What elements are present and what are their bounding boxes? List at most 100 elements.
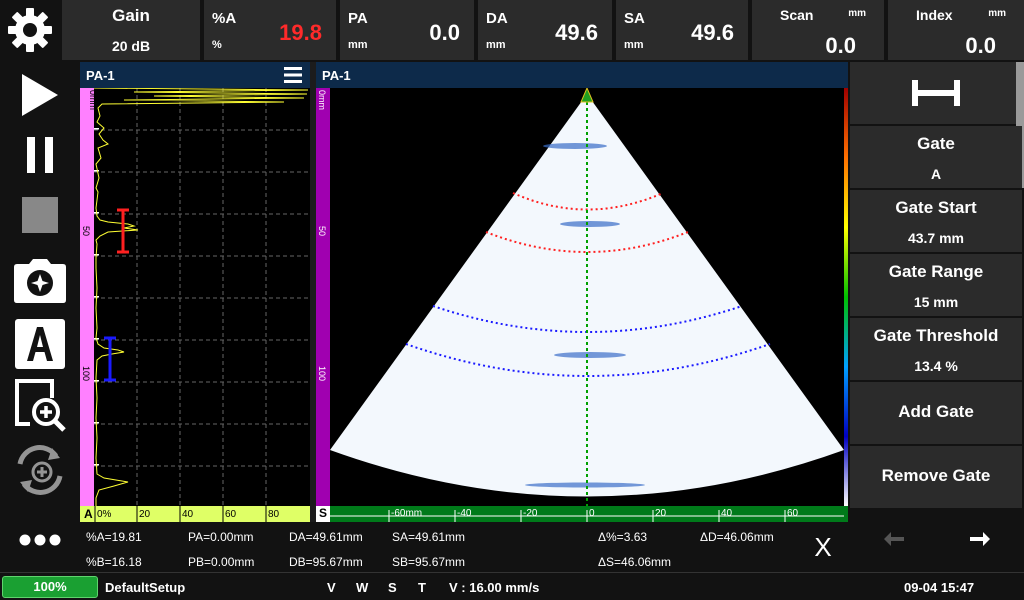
readout-delta-pct: Δ%=3.63 — [598, 530, 648, 544]
ascan-signal — [93, 87, 309, 506]
measurement-readout: %A=19.81 PA=0.00mm DA=49.61mm SA=49.61mm… — [80, 522, 798, 572]
play-button[interactable] — [10, 70, 70, 120]
pa-readout[interactable]: PA mm 0.0 — [340, 0, 476, 60]
da-readout[interactable]: DA mm 49.6 — [478, 0, 614, 60]
gain-value: 20 dB — [111, 38, 151, 54]
sector-graph — [330, 86, 844, 506]
left-toolbar — [0, 62, 80, 572]
sector-scan-plot[interactable] — [330, 86, 844, 506]
right-panel: Gate A Gate Start 43.7 mm Gate Range 15 … — [848, 62, 1024, 572]
ascan-amp-tick: 20 — [139, 509, 151, 520]
sector-x-tick: -40 — [457, 508, 472, 519]
ascan-amp-tick: 40 — [182, 509, 194, 520]
sector-x-tick: 60 — [787, 508, 799, 519]
text-label-icon — [15, 319, 65, 369]
close-readout-button[interactable]: X — [798, 522, 848, 572]
zoom-icon — [15, 379, 66, 432]
datetime: 09-04 15:47 — [904, 580, 975, 595]
ascan-plot[interactable] — [93, 87, 310, 506]
gate-threshold-control[interactable]: Gate Threshold 13.4 % — [850, 318, 1022, 380]
ascan-title-bar: PA-1 — [80, 62, 310, 88]
battery-indicator: 100% — [2, 576, 98, 598]
settings-button[interactable] — [0, 0, 62, 60]
ascan-axis-label: A — [84, 507, 93, 521]
gate-start-label: Gate Start — [895, 198, 977, 217]
remove-gate-label: Remove Gate — [881, 466, 991, 485]
play-icon — [22, 74, 58, 116]
annotation-button[interactable] — [10, 316, 70, 372]
zoom-button[interactable] — [10, 378, 70, 434]
arrow-right-icon[interactable] — [970, 532, 990, 546]
readout-sa: SA=49.61mm — [392, 530, 466, 544]
rotate-zoom-icon — [17, 445, 63, 495]
panel-navigation — [848, 508, 1024, 572]
gate-b-marker[interactable] — [104, 336, 116, 382]
gain-control[interactable]: Gain 20 dB — [62, 0, 202, 60]
sector-title-bar: PA-1 — [316, 62, 848, 88]
gate-start-value: 43.7 mm — [907, 230, 965, 246]
sector-title: PA-1 — [322, 68, 351, 83]
status-w: W — [356, 580, 369, 595]
more-icon — [19, 534, 61, 546]
hamburger-menu-icon[interactable] — [284, 66, 302, 89]
index-unit: mm — [988, 8, 1006, 19]
stop-button[interactable] — [10, 190, 70, 240]
ascan-depth-tick: 100 — [81, 366, 91, 381]
ascan-amp-tick: 60 — [225, 509, 237, 520]
gate-range-label: Gate Range — [888, 262, 984, 281]
gate-selector[interactable]: Gate A — [850, 126, 1022, 188]
top-bar: Gain 20 dB %A % 19.8 PA mm 0.0 DA mm 49.… — [0, 0, 1024, 62]
gate-range-value: 15 mm — [913, 294, 959, 310]
index-readout[interactable]: Index mm 0.0 — [888, 0, 1024, 60]
scan-unit: mm — [848, 8, 866, 19]
readout-delta-d: ΔD=46.06mm — [700, 530, 774, 544]
da-label: DA — [486, 10, 508, 27]
sector-x-tick: -20 — [523, 508, 538, 519]
stop-icon — [22, 197, 58, 233]
sa-readout[interactable]: SA mm 49.6 — [616, 0, 750, 60]
arrow-left-icon[interactable] — [884, 532, 904, 546]
readout-pct-a: %A=19.81 — [86, 530, 142, 544]
status-bar: 100% DefaultSetup V W S T V : 16.00 mm/s… — [0, 572, 1024, 600]
more-button[interactable] — [10, 520, 70, 560]
gate-label: Gate — [917, 134, 955, 153]
add-gate-button[interactable]: Add Gate — [850, 382, 1022, 444]
ascan-depth-axis: 0mm 50 100 — [80, 88, 94, 506]
pct-a-readout[interactable]: %A % 19.8 — [204, 0, 338, 60]
add-gate-label: Add Gate — [898, 402, 974, 421]
gate-threshold-label: Gate Threshold — [873, 326, 999, 345]
readout-delta-s: ΔS=46.06mm — [598, 555, 672, 569]
sector-depth-tick: 0mm — [317, 90, 327, 110]
da-unit: mm — [486, 39, 506, 51]
sector-x-tick: 20 — [655, 508, 667, 519]
scan-readout[interactable]: Scan mm 0.0 — [752, 0, 886, 60]
setup-name: DefaultSetup — [105, 580, 186, 595]
rotate-zoom-button[interactable] — [10, 442, 70, 498]
scan-value: 0.0 — [825, 33, 856, 58]
readout-pb: PB=0.00mm — [188, 555, 255, 569]
screenshot-button[interactable] — [10, 254, 70, 308]
gate-icon — [912, 80, 960, 106]
ascan-amplitude-axis: A 0% 20 40 60 80 — [80, 506, 310, 522]
camera-icon — [14, 259, 66, 303]
pa-value: 0.0 — [429, 20, 460, 45]
remove-gate-button[interactable]: Remove Gate — [850, 446, 1022, 508]
sa-unit: mm — [624, 39, 644, 51]
gate-range-control[interactable]: Gate Range 15 mm — [850, 254, 1022, 316]
da-value: 49.6 — [555, 20, 598, 45]
readout-pct-b: %B=16.18 — [86, 555, 142, 569]
status-v: V — [327, 580, 336, 595]
gate-start-control[interactable]: Gate Start 43.7 mm — [850, 190, 1022, 252]
index-label: Index — [916, 7, 953, 23]
ascan-amp-tick: 0% — [97, 509, 112, 520]
readout-da: DA=49.61mm — [289, 530, 363, 544]
ascan-title: PA-1 — [86, 68, 115, 83]
status-t: T — [418, 580, 426, 595]
sector-x-tick: 0 — [589, 508, 595, 519]
ascan-depth-tick: 50 — [81, 226, 91, 236]
gate-mode-button[interactable] — [850, 62, 1022, 124]
index-value: 0.0 — [965, 33, 996, 58]
velocity-readout: V : 16.00 mm/s — [449, 580, 540, 595]
sector-depth-tick: 50 — [317, 226, 327, 236]
pause-button[interactable] — [10, 130, 70, 180]
